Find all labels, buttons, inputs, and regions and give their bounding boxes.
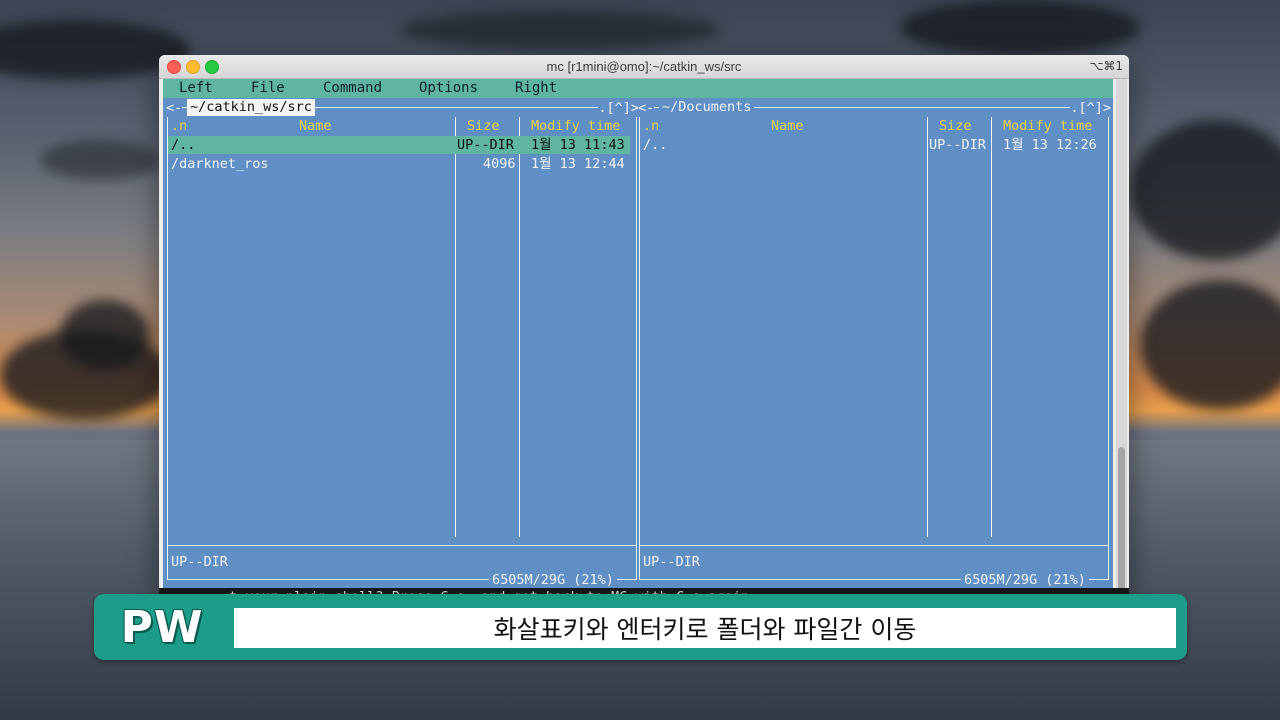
column-header-name[interactable]: Name [771,117,804,135]
cloud [60,300,150,370]
mc-menubar: Left File Command Options Right [163,79,1113,98]
column-header-name[interactable]: Name [299,117,332,135]
menu-options[interactable]: Options [419,80,478,96]
cloud [900,0,1140,55]
terminal-window: mc [r1mini@omo]:~/catkin_ws/src ⌥⌘1 Left… [159,55,1129,607]
column-header-mtime[interactable]: Modify time [1003,117,1092,135]
right-panel[interactable]: <- ~/Documents .[^]> .n Name Size Modify… [638,98,1111,589]
file-size: UP--DIR [929,137,986,153]
file-mtime: 1월 13 11:43 [531,137,625,153]
cloud [40,140,160,180]
file-name: /.. [643,137,668,153]
scrollbar[interactable] [1116,79,1127,607]
menu-command[interactable]: Command [323,80,382,96]
window-shortcut: ⌥⌘1 [1089,59,1123,73]
panel-corner-left: <- [638,99,655,117]
panel-history-button[interactable]: .[^]> [1070,99,1111,117]
panel-history-button[interactable]: .[^]> [598,99,639,117]
column-header-mtime[interactable]: Modify time [531,117,620,135]
menu-file[interactable]: File [251,80,285,96]
file-mtime: 1월 13 12:26 [1003,137,1097,153]
terminal-screen[interactable]: Left File Command Options Right <- ~/cat… [163,79,1113,607]
cloud [1130,120,1280,260]
panel-corner-left: <- [166,99,183,117]
right-panel-path[interactable]: ~/Documents [659,99,755,116]
pw-logo: PW [94,594,230,660]
disk-usage: 6505M/29G (21%) [489,571,617,589]
column-header-size[interactable]: Size [467,117,500,135]
file-name: /darknet_ros [171,156,269,172]
sort-indicator[interactable]: .n [643,117,659,135]
menu-left[interactable]: Left [179,80,213,96]
left-panel-path[interactable]: ~/catkin_ws/src [187,99,315,116]
panel-status: UP--DIR [171,554,228,570]
cloud [400,10,720,50]
file-size: UP--DIR [457,137,514,153]
panel-status: UP--DIR [643,554,700,570]
title-bar: mc [r1mini@omo]:~/catkin_ws/src ⌥⌘1 [159,55,1129,79]
file-name: /.. [171,137,196,153]
sort-indicator[interactable]: .n [171,117,187,135]
caption-bar: PW 화살표키와 엔터키로 폴더와 파일간 이동 [94,594,1187,660]
menu-right[interactable]: Right [515,80,557,96]
pw-logo-text: PW [120,601,204,653]
left-panel[interactable]: <- ~/catkin_ws/src .[^]> .n Name Size Mo… [166,98,639,589]
column-header-size[interactable]: Size [939,117,972,135]
scroll-thumb[interactable] [1118,447,1125,607]
caption-text: 화살표키와 엔터키로 폴더와 파일간 이동 [493,615,917,644]
disk-usage: 6505M/29G (21%) [961,571,1089,589]
caption-box: 화살표키와 엔터키로 폴더와 파일간 이동 [234,608,1176,648]
cloud [1140,280,1280,410]
file-mtime: 1월 13 12:44 [531,156,625,172]
window-title: mc [r1mini@omo]:~/catkin_ws/src [546,59,742,74]
file-size: 4096 [483,156,516,172]
